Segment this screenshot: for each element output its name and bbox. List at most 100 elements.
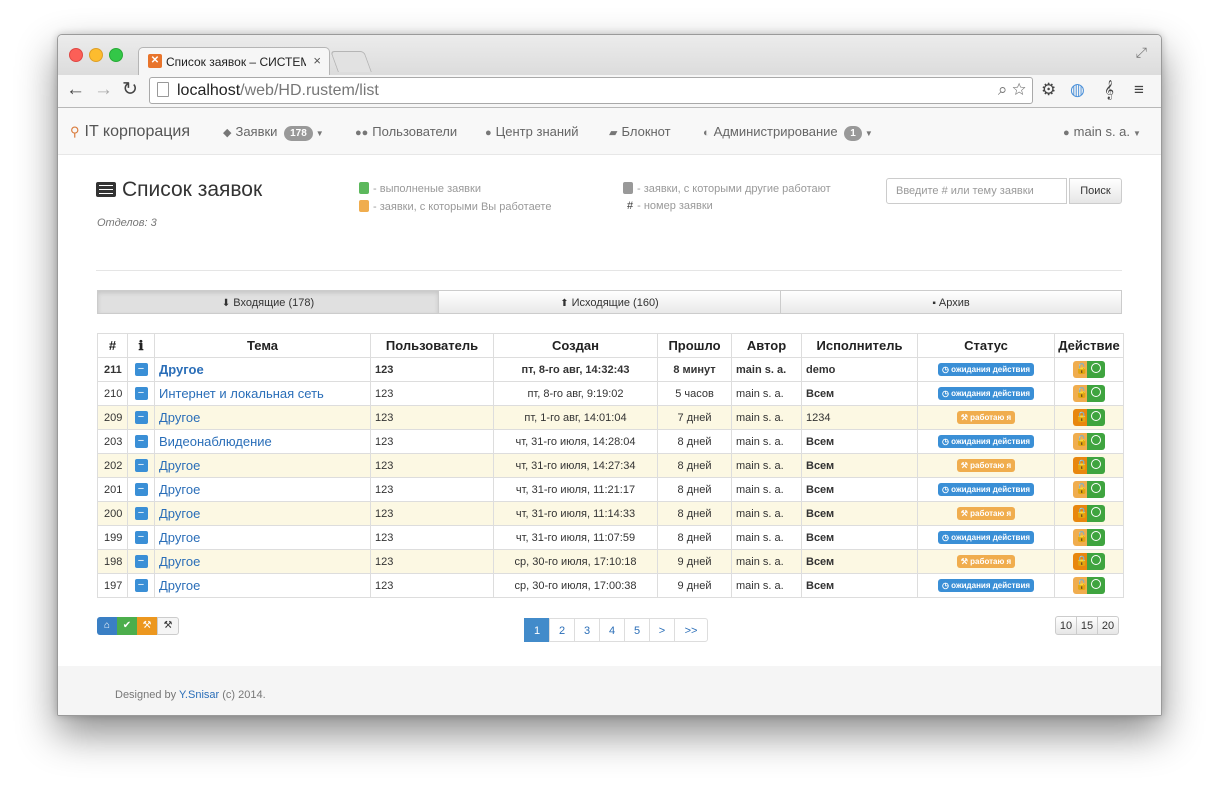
- topic-link[interactable]: Другое: [159, 554, 200, 569]
- topic-link[interactable]: Другое: [159, 410, 200, 425]
- page-next[interactable]: >: [649, 618, 675, 642]
- minimize-window-button[interactable]: [89, 48, 103, 62]
- col-header-executor[interactable]: Исполнитель: [801, 333, 918, 358]
- table-row[interactable]: 200− Другое 123 чт, 31-го июля, 11:14:33 8 д…: [97, 501, 1124, 526]
- ok-circle-icon[interactable]: [1087, 553, 1105, 570]
- collapse-icon[interactable]: −: [134, 483, 148, 496]
- reload-icon[interactable]: ↻: [122, 79, 138, 101]
- page-3[interactable]: 3: [574, 618, 600, 642]
- ok-circle-icon[interactable]: [1087, 505, 1105, 522]
- globe-extension-icon[interactable]: ◍: [1070, 80, 1085, 100]
- address-bar[interactable]: localhost/web/HD.rustem/list ⌕ ☆: [149, 77, 1033, 104]
- ok-circle-icon[interactable]: [1087, 385, 1105, 402]
- forward-icon[interactable]: →: [94, 79, 113, 101]
- page-last[interactable]: >>: [674, 618, 708, 642]
- ok-circle-icon[interactable]: [1087, 457, 1105, 474]
- topic-link[interactable]: Другое: [159, 578, 200, 593]
- tab-archive[interactable]: ▪ Архив: [780, 290, 1122, 314]
- user-menu[interactable]: ● main s. a. ▼: [1063, 124, 1141, 139]
- per-page-20[interactable]: 20: [1097, 616, 1119, 635]
- topic-link[interactable]: Другое: [159, 458, 200, 473]
- tab-outgoing[interactable]: ⬆ Исходящие (160): [438, 290, 781, 314]
- topic-link[interactable]: Другое: [159, 506, 200, 521]
- nav-users[interactable]: ●● Пользователи: [355, 124, 457, 139]
- cell-status: ◷ ожидания действия: [917, 429, 1055, 454]
- gavel-icon[interactable]: ⚒: [157, 617, 179, 635]
- per-page-10[interactable]: 10: [1055, 616, 1077, 635]
- col-header-created[interactable]: Создан: [493, 333, 658, 358]
- nav-admin[interactable]: ◐ Администрирование 1 ▼: [703, 124, 873, 141]
- footer-credit: Designed by Y.Snisar (c) 2014.: [115, 689, 266, 701]
- collapse-icon[interactable]: −: [134, 507, 148, 520]
- back-icon[interactable]: ←: [66, 79, 85, 101]
- close-window-button[interactable]: [69, 48, 83, 62]
- ok-circle-icon[interactable]: [1087, 361, 1105, 378]
- table-row[interactable]: 202− Другое 123 чт, 31-го июля, 14:27:34 8 д…: [97, 453, 1124, 478]
- page-2[interactable]: 2: [549, 618, 575, 642]
- ok-circle-icon[interactable]: [1087, 433, 1105, 450]
- topic-link[interactable]: Другое: [159, 530, 200, 545]
- col-header-user[interactable]: Пользователь: [370, 333, 494, 358]
- search-button[interactable]: Поиск: [1069, 178, 1122, 204]
- author-link[interactable]: Y.Snisar: [179, 689, 219, 701]
- brand-link[interactable]: ⚲ IT корпорация: [70, 123, 190, 141]
- table-row[interactable]: 210− Интернет и локальная сеть 123 пт, 8-го…: [97, 381, 1124, 406]
- per-page-15[interactable]: 15: [1076, 616, 1098, 635]
- table-row[interactable]: 203− Видеонаблюдение 123 чт, 31-го июля, 14…: [97, 429, 1124, 454]
- collapse-icon[interactable]: −: [134, 555, 148, 568]
- page-1[interactable]: 1: [524, 618, 550, 642]
- browser-tab[interactable]: ✕ Список заявок – СИСТЕМА ×: [138, 47, 330, 76]
- fullscreen-icon[interactable]: ⤢: [1136, 44, 1147, 61]
- search-input[interactable]: Введите # или тему заявки: [886, 178, 1067, 204]
- col-header-author[interactable]: Автор: [731, 333, 802, 358]
- topic-link[interactable]: Видеонаблюдение: [159, 434, 272, 449]
- nav-notepad[interactable]: ▰ Блокнот: [609, 124, 671, 139]
- new-tab-button[interactable]: [330, 51, 372, 72]
- topic-link[interactable]: Другое: [159, 482, 200, 497]
- shield-icon: ◐: [703, 127, 710, 139]
- table-row[interactable]: 209− Другое 123 пт, 1-го авг, 14:01:04 7 дне…: [97, 405, 1124, 430]
- topic-link[interactable]: Другое: [159, 362, 204, 377]
- ok-circle-icon[interactable]: [1087, 481, 1105, 498]
- table-row[interactable]: 198− Другое 123 ср, 30-го июля, 17:10:18 9 д…: [97, 549, 1124, 574]
- gear-icon[interactable]: ⚙: [1041, 80, 1056, 100]
- col-header-topic[interactable]: Тема: [154, 333, 371, 358]
- caret-down-icon: ▼: [1133, 129, 1141, 138]
- tab-incoming[interactable]: ⬇ Входящие (178): [97, 290, 439, 314]
- collapse-icon[interactable]: −: [134, 579, 148, 592]
- collapse-icon[interactable]: −: [134, 387, 148, 400]
- ok-circle-icon[interactable]: [1087, 409, 1105, 426]
- home-icon[interactable]: ⌂: [97, 617, 117, 635]
- col-header-status[interactable]: Статус: [917, 333, 1055, 358]
- collapse-icon[interactable]: −: [134, 435, 148, 448]
- zoom-icon[interactable]: ⌕: [998, 80, 1008, 99]
- collapse-icon[interactable]: −: [134, 531, 148, 544]
- tab-close-icon[interactable]: ×: [313, 53, 321, 68]
- ok-circle-icon[interactable]: [1087, 577, 1105, 594]
- ok-circle-icon[interactable]: [1087, 529, 1105, 546]
- nav-knowledge[interactable]: ● Центр знаний: [485, 124, 579, 139]
- table-row[interactable]: 211− Другое 123 пт, 8-го авг, 14:32:43 8 мин…: [97, 357, 1124, 382]
- menu-icon[interactable]: ≡: [1134, 80, 1144, 100]
- hammer-icon[interactable]: ⚒: [137, 617, 157, 635]
- collapse-icon[interactable]: −: [134, 363, 148, 376]
- col-header-number[interactable]: #: [97, 333, 128, 358]
- cell-topic: Другое: [154, 549, 371, 574]
- check-icon[interactable]: ✔: [117, 617, 137, 635]
- topic-link[interactable]: Интернет и локальная сеть: [159, 386, 324, 401]
- page-4[interactable]: 4: [599, 618, 625, 642]
- page-5[interactable]: 5: [624, 618, 650, 642]
- col-header-elapsed[interactable]: Прошло: [657, 333, 732, 358]
- zoom-window-button[interactable]: [109, 48, 123, 62]
- nav-requests[interactable]: ◆ Заявки 178 ▼: [223, 124, 324, 141]
- collapse-icon[interactable]: −: [134, 411, 148, 424]
- table-row[interactable]: 201− Другое 123 чт, 31-го июля, 11:21:17 8 д…: [97, 477, 1124, 502]
- table-row[interactable]: 197− Другое 123 ср, 30-го июля, 17:00:38 9 д…: [97, 573, 1124, 598]
- table-row[interactable]: 199− Другое 123 чт, 31-го июля, 11:07:59 8 д…: [97, 525, 1124, 550]
- music-extension-icon[interactable]: 𝄞: [1104, 80, 1114, 100]
- bookmark-star-icon[interactable]: ☆: [1012, 80, 1026, 99]
- status-icon: ◷: [941, 437, 952, 446]
- green-swatch: [359, 182, 369, 194]
- cell-status: ◷ ожидания действия: [917, 573, 1055, 598]
- collapse-icon[interactable]: −: [134, 459, 148, 472]
